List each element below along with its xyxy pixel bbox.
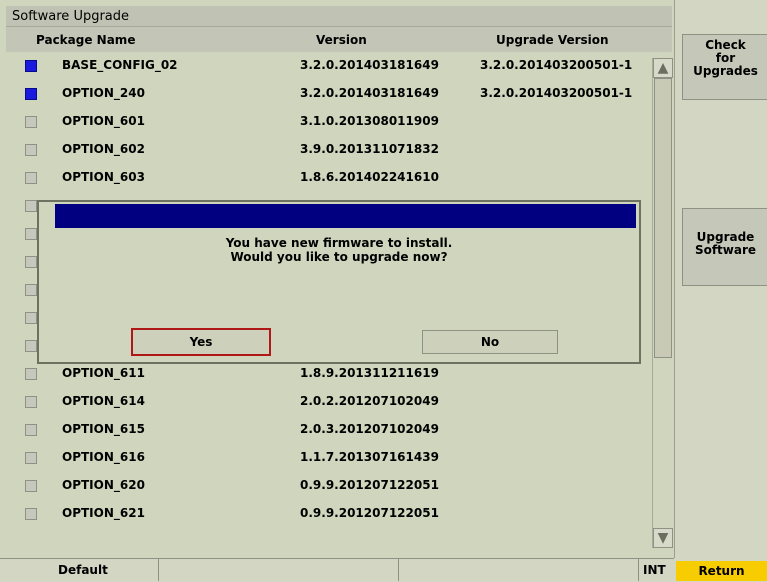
row-checkbox[interactable] [25, 424, 37, 436]
table-row[interactable]: OPTION_601 3.1.0.201308011909 [0, 108, 650, 136]
status-segment-default: Default [0, 559, 159, 581]
column-header-version[interactable]: Version [316, 33, 367, 47]
upgrade-software-button[interactable]: Upgrade Software [682, 208, 767, 286]
upgrade-software-label: Upgrade Software [694, 230, 757, 257]
cell-name: OPTION_240 [62, 86, 145, 100]
vertical-scrollbar[interactable]: ▲ ▼ [652, 58, 673, 548]
main-panel: Software Upgrade Package Name Version Up… [0, 0, 675, 558]
upgrade-dialog: You have new firmware to install. Would … [37, 200, 641, 364]
cell-name: OPTION_614 [62, 394, 145, 408]
table-row[interactable]: OPTION_620 0.9.9.201207122051 [0, 472, 650, 500]
row-checkbox[interactable] [25, 172, 37, 184]
cell-version: 1.8.6.201402241610 [300, 170, 439, 184]
cell-version: 0.9.9.201207122051 [300, 506, 439, 520]
table-row[interactable]: OPTION_621 0.9.9.201207122051 [0, 500, 650, 528]
status-segment-3 [398, 559, 639, 581]
scroll-up-arrow-icon[interactable]: ▲ [653, 58, 673, 78]
table-row[interactable]: OPTION_611 1.8.9.201311211619 [0, 360, 650, 388]
table-row[interactable]: OPTION_616 1.1.7.201307161439 [0, 444, 650, 472]
dialog-message: You have new firmware to install. Would … [225, 236, 453, 264]
status-segment-2 [158, 559, 399, 581]
cell-version: 3.2.0.201403181649 [300, 86, 439, 100]
table-row[interactable]: OPTION_614 2.0.2.201207102049 [0, 388, 650, 416]
scroll-thumb[interactable] [654, 78, 672, 358]
no-button[interactable]: No [422, 330, 558, 354]
cell-name: OPTION_616 [62, 450, 145, 464]
row-checkbox[interactable] [25, 368, 37, 380]
status-int-label: INT [643, 563, 666, 577]
cell-name: OPTION_621 [62, 506, 145, 520]
cell-name: OPTION_603 [62, 170, 145, 184]
return-button[interactable]: Return [676, 561, 767, 581]
row-checkbox[interactable] [25, 88, 37, 100]
cell-name: OPTION_620 [62, 478, 145, 492]
row-checkbox[interactable] [25, 228, 37, 240]
table-row[interactable]: BASE_CONFIG_02 3.2.0.201403181649 3.2.0.20… [0, 52, 650, 80]
check-for-upgrades-label: Check for Upgrades [693, 38, 758, 78]
row-checkbox[interactable] [25, 256, 37, 268]
cell-name: OPTION_602 [62, 142, 145, 156]
row-checkbox[interactable] [25, 312, 37, 324]
table-row[interactable]: OPTION_240 3.2.0.201403181649 3.2.0.201403… [0, 80, 650, 108]
row-checkbox[interactable] [25, 340, 37, 352]
cell-version: 1.1.7.201307161439 [300, 450, 439, 464]
cell-name: OPTION_611 [62, 366, 145, 380]
cell-version: 0.9.9.201207122051 [300, 478, 439, 492]
scroll-down-arrow-icon[interactable]: ▼ [653, 528, 673, 548]
row-checkbox[interactable] [25, 480, 37, 492]
status-default-label: Default [58, 563, 108, 577]
softkey-panel: Check for Upgrades Upgrade Software [676, 0, 767, 558]
row-checkbox[interactable] [25, 116, 37, 128]
cell-name: OPTION_601 [62, 114, 145, 128]
row-checkbox[interactable] [25, 200, 37, 212]
column-header-package-name[interactable]: Package Name [36, 33, 135, 47]
table-row[interactable]: OPTION_602 3.9.0.201311071832 [0, 136, 650, 164]
cell-name: BASE_CONFIG_02 [62, 58, 178, 72]
window-title-bar: Software Upgrade [6, 6, 672, 27]
cell-version: 3.9.0.201311071832 [300, 142, 439, 156]
cell-upgrade: 3.2.0.201403200501-1 [480, 58, 633, 72]
cell-version: 2.0.2.201207102049 [300, 394, 439, 408]
cell-version: 2.0.3.201207102049 [300, 422, 439, 436]
dialog-title-bar [55, 204, 636, 228]
row-checkbox[interactable] [25, 144, 37, 156]
yes-button[interactable]: Yes [131, 328, 271, 356]
column-header-row: Package Name Version Upgrade Version [6, 27, 672, 52]
check-for-upgrades-button[interactable]: Check for Upgrades [682, 34, 767, 100]
cell-version: 3.2.0.201403181649 [300, 58, 439, 72]
cell-upgrade: 3.2.0.201403200501-1 [480, 86, 633, 100]
row-checkbox[interactable] [25, 452, 37, 464]
column-header-upgrade-version[interactable]: Upgrade Version [496, 33, 609, 47]
status-bar: Default INT [0, 558, 674, 582]
window-title: Software Upgrade [12, 9, 130, 24]
cell-version: 3.1.0.201308011909 [300, 114, 439, 128]
cell-version: 1.8.9.201311211619 [300, 366, 439, 380]
row-checkbox[interactable] [25, 508, 37, 520]
row-checkbox[interactable] [25, 396, 37, 408]
row-checkbox[interactable] [25, 284, 37, 296]
table-row[interactable]: OPTION_615 2.0.3.201207102049 [0, 416, 650, 444]
row-checkbox[interactable] [25, 60, 37, 72]
table-row[interactable]: OPTION_603 1.8.6.201402241610 [0, 164, 650, 192]
cell-name: OPTION_615 [62, 422, 145, 436]
